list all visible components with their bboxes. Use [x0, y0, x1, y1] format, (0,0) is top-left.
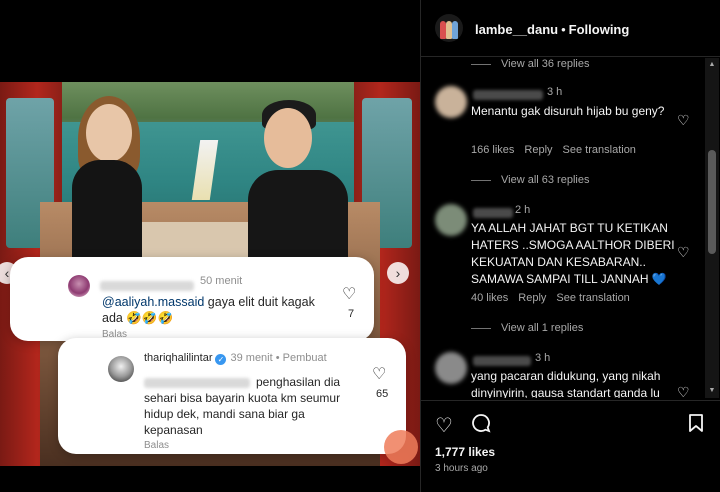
- heart-icon[interactable]: ♡: [677, 112, 690, 129]
- following-button[interactable]: Following: [569, 22, 630, 37]
- reply-text: penghasilan dia sehari bisa bayarin kuot…: [144, 375, 341, 437]
- reply-header: thariqhalilintar ✓ 39 menit • Pembuat: [144, 352, 327, 365]
- comment-meta: 40 likes Reply See translation: [471, 292, 640, 304]
- avatar: [435, 352, 467, 384]
- view-replies-button[interactable]: View all 1 replies: [471, 322, 583, 334]
- bookmark-icon[interactable]: [687, 413, 705, 439]
- comment-meta: 166 likes Reply See translation: [471, 144, 646, 156]
- comment-time: 3 h: [547, 86, 563, 98]
- heart-icon: ♡: [342, 286, 357, 303]
- view-replies-button[interactable]: View all 63 replies: [471, 174, 589, 186]
- comment-likes[interactable]: 166 likes: [471, 144, 514, 156]
- comment-text: yang pacaran didukung, yang nikah dinyin…: [471, 369, 661, 398]
- comment-likes[interactable]: 40 likes: [471, 292, 508, 304]
- overlay-comment-card: 50 menit @aaliyah.massaid gaya elit duit…: [10, 257, 374, 341]
- reply-meta: 39 menit • Pembuat: [230, 352, 327, 364]
- avatar: [68, 275, 90, 297]
- scrollbar[interactable]: ▲ ▼: [705, 58, 719, 398]
- see-translation-link[interactable]: See translation: [556, 292, 629, 304]
- post-timestamp: 3 hours ago: [435, 463, 488, 474]
- scroll-up-icon[interactable]: ▲: [705, 58, 719, 72]
- comment-time: 50 menit: [200, 275, 243, 287]
- comment-bubble-icon[interactable]: [471, 413, 491, 439]
- overlay-reply-card: thariqhalilintar ✓ 39 menit • Pembuat peng…: [58, 338, 406, 454]
- avatar: [435, 204, 467, 236]
- avatar[interactable]: [435, 14, 463, 42]
- heart-icon: ♡: [372, 366, 387, 383]
- verified-badge-icon: ✓: [215, 354, 227, 365]
- view-replies-label: View all 36 replies: [501, 58, 590, 70]
- heart-icon[interactable]: ♡: [677, 384, 690, 398]
- comment-time: 3 h: [535, 352, 551, 364]
- comment-time: 2 h: [515, 204, 531, 216]
- comment-text: Menantu gak disuruh hijab bu geny?: [471, 104, 665, 118]
- view-replies-button[interactable]: View all 36 replies: [471, 58, 589, 70]
- view-replies-label: View all 63 replies: [501, 174, 590, 186]
- comment-text: @aaliyah.massaid gaya elit duit kagak ad…: [102, 294, 332, 326]
- photo-person-head: [86, 104, 132, 162]
- header-separator: •: [561, 22, 566, 37]
- reply-username: thariqhalilintar: [144, 352, 213, 364]
- reply-button[interactable]: Reply: [518, 292, 546, 304]
- photo-person-head: [264, 108, 312, 168]
- like-count: 65: [376, 388, 389, 400]
- avatar: [108, 356, 134, 382]
- like-count: 7: [348, 308, 355, 320]
- mention-link[interactable]: @aaliyah.massaid: [102, 295, 204, 309]
- post-media: ‹ › 50 menit @aaliyah.massaid gaya elit …: [0, 0, 420, 492]
- blurred-username: [473, 208, 513, 218]
- comment-text: YA ALLAH JAHAT BGT TU KETIKAN HATERS ..S…: [471, 221, 675, 286]
- see-translation-link[interactable]: See translation: [563, 144, 636, 156]
- heart-icon[interactable]: ♡: [435, 413, 453, 438]
- next-arrow-icon[interactable]: ›: [387, 262, 409, 284]
- scroll-down-icon[interactable]: ▼: [705, 384, 719, 398]
- comment-list: View all 36 replies 3 h Menantu gak disu…: [421, 58, 720, 398]
- blurred-username: [473, 356, 531, 366]
- header-username[interactable]: lambe__danu: [475, 22, 558, 37]
- view-replies-label: View all 1 replies: [501, 322, 584, 334]
- blurred-username: [473, 90, 543, 100]
- reply-button[interactable]: Reply: [524, 144, 552, 156]
- scrollbar-thumb[interactable]: [708, 150, 716, 254]
- heart-icon[interactable]: ♡: [677, 244, 690, 261]
- post-actions: ♡ 1,777 likes 3 hours ago: [421, 400, 720, 492]
- decorative-bubble: [384, 430, 418, 464]
- like-count[interactable]: 1,777 likes: [435, 445, 495, 459]
- comments-panel: lambe__danu • Following View all 36 replie…: [420, 0, 720, 492]
- post-header: lambe__danu • Following: [421, 0, 720, 57]
- header-title: lambe__danu • Following: [475, 22, 629, 37]
- blurred-username: [100, 281, 194, 291]
- reply-link: Balas: [144, 440, 170, 451]
- avatar: [435, 86, 467, 118]
